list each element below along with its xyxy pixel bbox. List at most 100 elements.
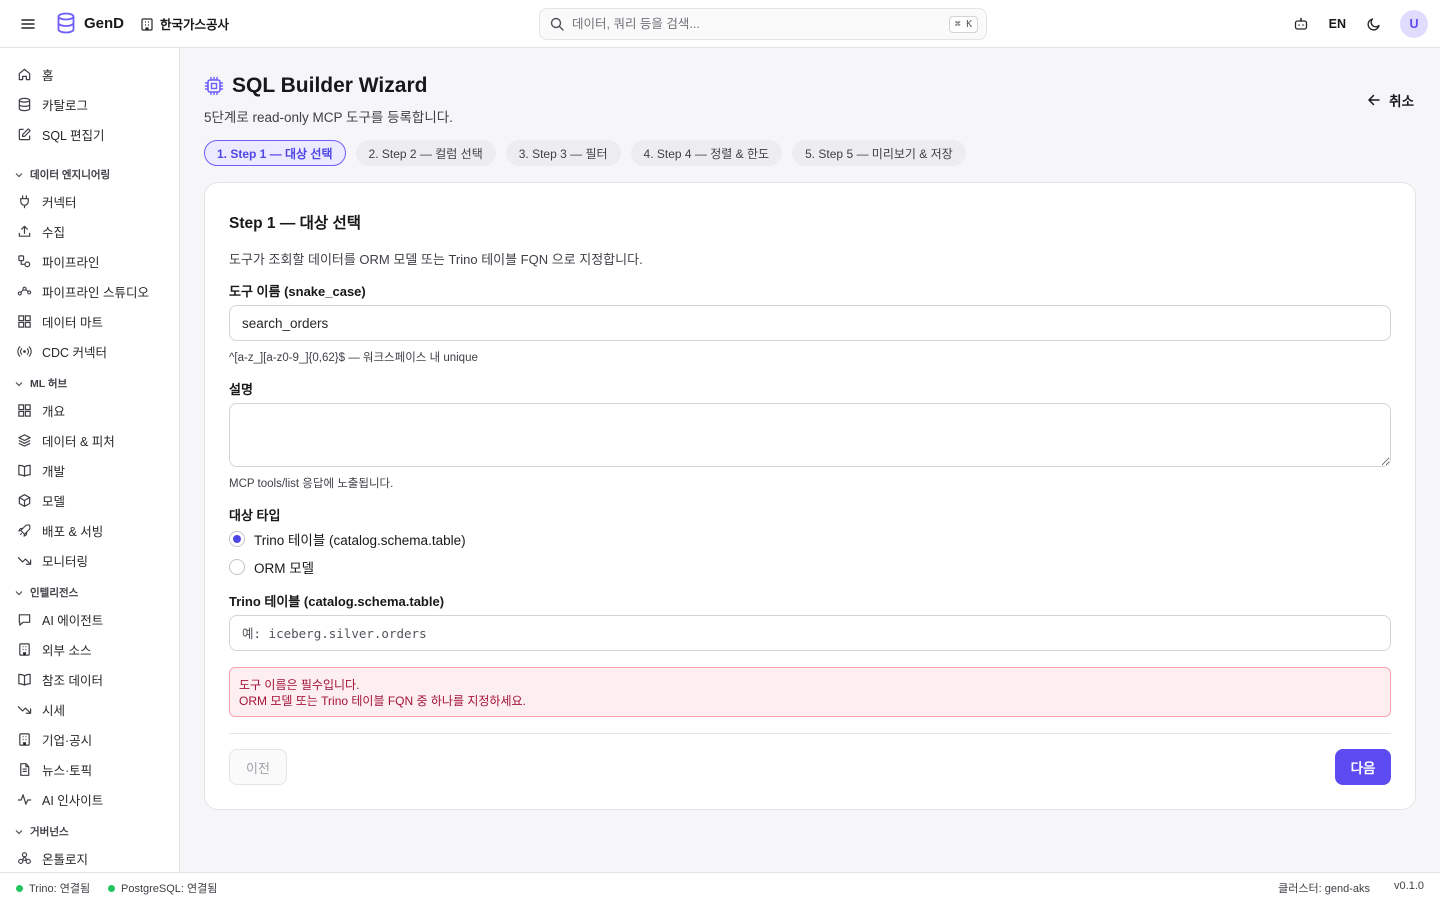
radio-button[interactable] [229,531,245,547]
tab-step-5[interactable]: 5. Step 5 — 미리보기 & 저장 [792,140,966,166]
tab-step-1[interactable]: 1. Step 1 — 대상 선택 [204,140,346,166]
sidebar-item-ingest[interactable]: 수집 [16,219,174,243]
sidebar-item-deploy[interactable]: 배포 & 서빙 [16,518,174,542]
main-content: SQL Builder Wizard 5단계로 read-only MCP 도구… [180,48,1440,872]
sidebar-item-monitoring[interactable]: 모니터링 [16,548,174,572]
sidebar-item-ai-insights[interactable]: AI 인사이트 [16,787,174,811]
section-intelligence[interactable]: 인텔리전스 [14,585,78,600]
sidebar-item-develop[interactable]: 개발 [16,458,174,482]
chevron-down-icon [14,170,24,180]
book-icon [16,671,32,687]
sidebar-item-connectors[interactable]: 커넥터 [16,189,174,213]
page-subtitle: 5단계로 read-only MCP 도구를 등록합니다. [204,110,453,125]
search-icon [550,17,564,31]
building-icon [140,17,154,31]
ontology-icon [16,850,32,866]
sidebar-item-data-features[interactable]: 데이터 & 피처 [16,428,174,452]
section-ml-hub[interactable]: ML 허브 [14,376,67,391]
building-icon [16,641,32,657]
trend-down-icon [16,701,32,717]
step-description: 도구가 조회할 데이터를 ORM 모델 또는 Trino 테이블 FQN 으로 … [229,252,643,267]
status-trino: Trino: 연결됨 [16,880,90,896]
tool-name-input[interactable] [229,305,1391,341]
description-label: 설명 [229,382,253,397]
sidebar-item-home[interactable]: 홈 [16,62,174,86]
chevron-down-icon [14,827,24,837]
tab-step-2[interactable]: 2. Step 2 — 컬럼 선택 [355,140,496,166]
sidebar-item-pipeline[interactable]: 파이프라인 [16,249,174,273]
trino-table-input[interactable] [229,615,1391,651]
search-shortcut: ⌘ K [948,15,978,33]
app-name: GenD [84,14,125,32]
section-data-engineering[interactable]: 데이터 엔지니어링 [14,167,110,182]
wizard-card: Step 1 — 대상 선택 도구가 조회할 데이터를 ORM 모델 또는 Tr… [204,182,1416,810]
sidebar-item-pipeline-studio[interactable]: 파이프라인 스튜디오 [16,279,174,303]
radio-orm-model[interactable]: ORM 모델 [229,557,314,577]
error-message: ORM 모델 또는 Trino 테이블 FQN 중 하나를 지정하세요. [239,694,526,708]
layers-icon [16,432,32,448]
tab-step-4[interactable]: 4. Step 4 — 정렬 & 한도 [630,140,783,166]
activity-icon [16,791,32,807]
top-bar: GenD 한국가스공사 ⌘ K EN U [0,0,1440,48]
radio-trino-table[interactable]: Trino 테이블 (catalog.schema.table) [229,529,466,549]
home-icon [16,66,32,82]
status-cluster: 클러스터: gend-aks [1278,883,1370,895]
next-button[interactable]: 다음 [1335,749,1391,785]
cancel-button[interactable]: 취소 [1365,86,1416,114]
section-governance[interactable]: 거버넌스 [14,824,69,839]
sidebar-item-market-price[interactable]: 시세 [16,697,174,721]
arrow-left-icon [1367,93,1381,107]
workflow-icon [16,283,32,299]
book-icon [16,462,32,478]
header-actions: EN U [1289,10,1428,38]
sidebar-item-company-disclosure[interactable]: 기업·공시 [16,727,174,751]
menu-icon[interactable] [16,12,40,36]
plug-icon [16,193,32,209]
sidebar-item-cdc-connector[interactable]: CDC 커넥터 [16,339,174,363]
search-box[interactable]: ⌘ K [539,8,987,40]
org-switcher[interactable]: 한국가스공사 [140,14,229,33]
sidebar-item-ai-agent[interactable]: AI 에이전트 [16,607,174,631]
cpu-chip-icon [204,76,224,96]
pipeline-icon [16,253,32,269]
edit-icon [16,126,32,142]
database-icon [16,96,32,112]
brand[interactable]: GenD [56,12,124,34]
status-version: v0.1.0 [1394,880,1424,892]
previous-button[interactable]: 이전 [229,749,287,785]
sidebar-item-reference-data[interactable]: 참조 데이터 [16,667,174,691]
sidebar-item-data-mart[interactable]: 데이터 마트 [16,309,174,333]
sidebar-item-catalog[interactable]: 카탈로그 [16,92,174,116]
divider [229,733,1391,734]
document-icon [16,761,32,777]
wizard-steps: 1. Step 1 — 대상 선택 2. Step 2 — 컬럼 선택 3. S… [204,140,966,166]
building-icon [16,731,32,747]
moon-icon[interactable] [1362,12,1386,36]
description-textarea[interactable] [229,403,1391,467]
radio-waves-icon [16,343,32,359]
status-postgres: PostgreSQL: 연결됨 [108,880,217,896]
tab-step-3[interactable]: 3. Step 3 — 필터 [505,140,621,166]
sidebar-item-overview[interactable]: 개요 [16,398,174,422]
upload-icon [16,223,32,239]
sidebar: 홈 카탈로그 SQL 편집기 데이터 엔지니어링 커넥터 수집 파이프라인 파이… [0,48,180,872]
sidebar-item-news-topics[interactable]: 뉴스·토픽 [16,757,174,781]
target-type-label: 대상 타입 [229,508,281,523]
sidebar-item-external-sources[interactable]: 외부 소스 [16,637,174,661]
trend-down-icon [16,552,32,568]
language-toggle[interactable]: EN [1327,17,1348,31]
avatar[interactable]: U [1400,10,1428,38]
error-message: 도구 이름은 필수입니다. [239,678,360,692]
tool-name-hint: ^[a-z_][a-z0-9_]{0,62}$ — 워크스페이스 내 uniqu… [229,352,478,364]
sidebar-item-model[interactable]: 모델 [16,488,174,512]
chevron-down-icon [14,588,24,598]
tool-name-label: 도구 이름 (snake_case) [229,284,366,299]
grid-icon [16,402,32,418]
sidebar-item-ontology[interactable]: 온톨로지 [16,846,174,870]
bot-icon[interactable] [1289,12,1313,36]
sidebar-item-sql-editor[interactable]: SQL 편집기 [16,122,174,146]
search-input[interactable] [572,17,949,31]
radio-button[interactable] [229,559,245,575]
trino-table-label: Trino 테이블 (catalog.schema.table) [229,594,445,609]
chevron-down-icon [14,379,24,389]
